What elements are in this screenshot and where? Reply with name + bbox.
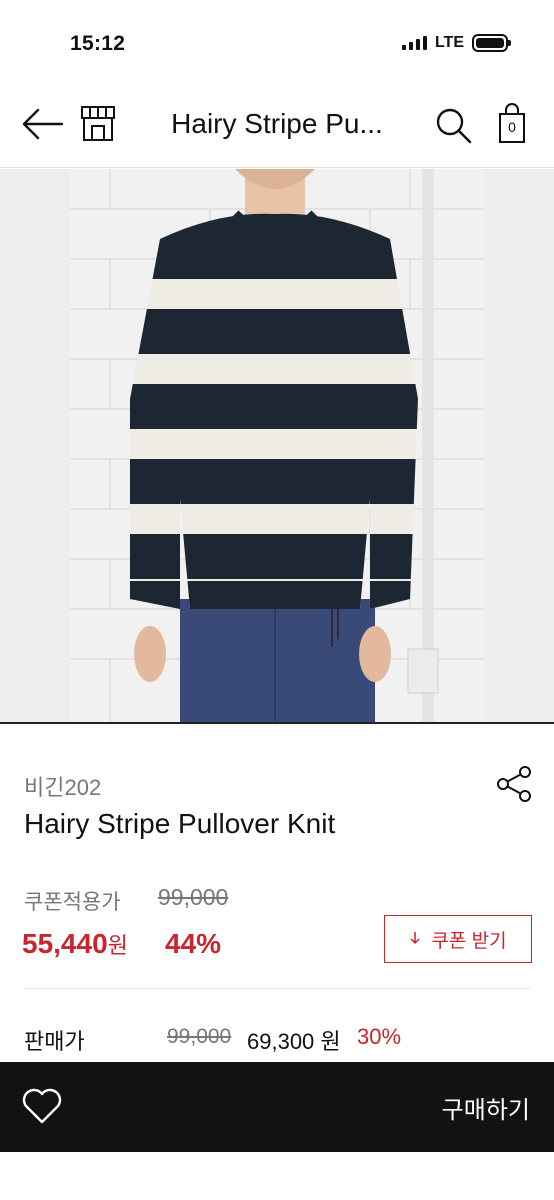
sale-price-value: 55,440 — [22, 928, 108, 959]
share-icon[interactable] — [494, 764, 534, 804]
image-divider — [0, 722, 554, 724]
brand-name[interactable]: 비긴202 — [24, 770, 101, 802]
back-arrow-icon[interactable] — [18, 104, 66, 144]
sale-current-price: 69,300 원 — [247, 1029, 341, 1054]
status-indicators: LTE — [401, 34, 511, 52]
search-icon[interactable] — [432, 104, 474, 146]
product-image[interactable] — [0, 169, 554, 723]
signal-icon — [401, 36, 427, 50]
download-icon — [409, 931, 421, 948]
product-name: Hairy Stripe Pullover Knit — [24, 808, 336, 839]
page-title: Hairy Stripe Pu... — [171, 108, 383, 139]
currency-won: 원 — [107, 933, 128, 958]
sale-price-label: 판매가 — [24, 1029, 85, 1054]
product-photo — [70, 169, 484, 723]
store-icon[interactable] — [78, 104, 118, 144]
divider — [24, 988, 530, 989]
heart-icon[interactable] — [20, 1084, 64, 1128]
battery-icon — [472, 34, 511, 52]
bottom-action-bar: 구매하기 — [0, 1062, 554, 1152]
sale-discount-rate: 30% — [357, 1024, 402, 1049]
cart-count: 0 — [508, 119, 516, 135]
coupon-original-price: 99,000 — [158, 884, 229, 910]
get-coupon-label: 쿠폰 받기 — [431, 930, 507, 952]
coupon-price-label: 쿠폰적용가 — [24, 891, 121, 914]
cart-icon[interactable]: 0 — [492, 102, 532, 146]
status-bar: 15:12 LTE — [0, 0, 554, 86]
coupon-sale-price: 55,440원 — [22, 928, 128, 960]
buy-button[interactable]: 구매하기 — [442, 1090, 530, 1125]
network-label: LTE — [434, 34, 464, 51]
nav-bar: Hairy Stripe Pu... 0 — [0, 86, 554, 168]
status-time: 15:12 — [70, 32, 126, 55]
sale-original-price: 99,000 — [167, 1025, 232, 1048]
get-coupon-button[interactable]: 쿠폰 받기 — [384, 915, 532, 963]
coupon-discount-rate: 44% — [165, 928, 222, 959]
